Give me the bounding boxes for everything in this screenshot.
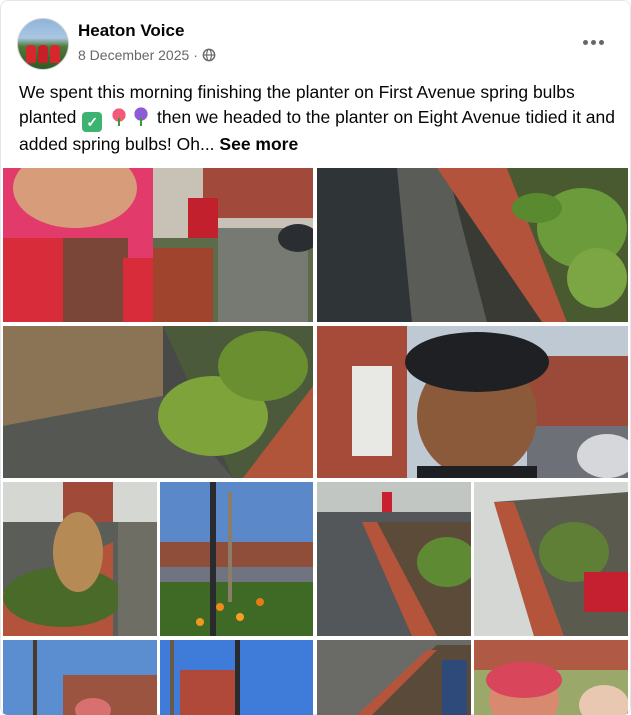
photo-selfie-man-cap[interactable]: [317, 326, 628, 478]
check-mark-emoji: ✓: [82, 112, 103, 132]
post-header: Heaton Voice 8 December 2025 ·: [17, 18, 617, 70]
post-date[interactable]: 8 December 2025: [78, 47, 189, 63]
photo-planter-tools[interactable]: [474, 482, 628, 636]
post-meta: 8 December 2025 ·: [78, 47, 216, 63]
photo-planter-grasses[interactable]: [3, 482, 157, 636]
post-text: We spent this morning finishing the plan…: [19, 80, 615, 157]
photo-selfie-group[interactable]: [474, 640, 628, 715]
meta-separator: ·: [193, 47, 198, 63]
photo-planter-bench[interactable]: [317, 640, 471, 715]
tulip-emoji: [109, 107, 130, 127]
page-avatar[interactable]: [17, 18, 69, 70]
photo-tidied-planter-fence[interactable]: [3, 326, 313, 478]
more-options-icon[interactable]: [577, 26, 609, 58]
photo-planter-wall-closeup[interactable]: [317, 168, 628, 322]
hyacinth-emoji: [131, 107, 152, 127]
photo-street-lamp-flowers[interactable]: [160, 482, 313, 636]
page-name-link[interactable]: Heaton Voice: [78, 21, 184, 41]
photo-lamp-post-sky[interactable]: [160, 640, 313, 715]
post-card: Heaton Voice 8 December 2025 · We spent …: [0, 0, 631, 715]
globe-icon[interactable]: [202, 48, 216, 62]
photo-planter-volunteers[interactable]: [317, 482, 471, 636]
photo-selfie-woman-planter[interactable]: [3, 168, 313, 322]
photo-street-trees[interactable]: [3, 640, 157, 715]
see-more-link[interactable]: See more: [219, 134, 298, 154]
